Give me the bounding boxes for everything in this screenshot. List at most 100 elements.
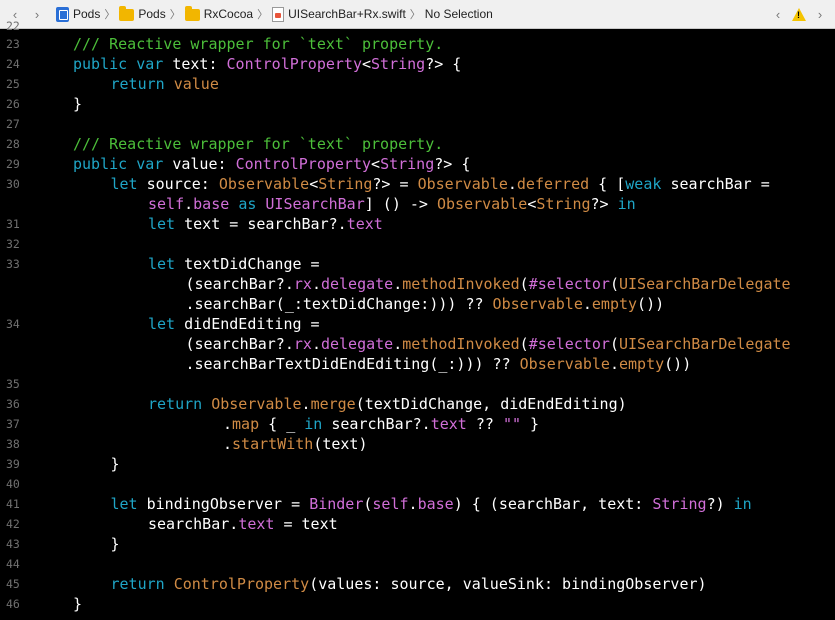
code-line: 28 /// Reactive wrapper for `text` proper…: [0, 134, 835, 154]
line-number: 24: [6, 57, 20, 71]
code-line: 35: [0, 374, 835, 394]
code-line: 32: [0, 234, 835, 254]
code-token: = text: [274, 515, 338, 533]
line-number: 32: [6, 237, 20, 251]
code-token: ()): [664, 355, 692, 373]
line-number: 42: [6, 517, 20, 531]
line-number: 30: [6, 177, 20, 191]
code-text: }: [111, 534, 120, 554]
line-number: 28: [6, 137, 20, 151]
code-token: (: [519, 335, 529, 353]
line-number: 27: [6, 117, 20, 131]
code-token: ?> =: [372, 175, 418, 193]
code-token: /// Reactive wrapper for `text` property…: [73, 135, 444, 153]
line-number: 46: [6, 597, 20, 611]
code-text: searchBar.text = text: [148, 514, 338, 534]
code-token: ?> {: [434, 155, 471, 173]
code-token: (searchBar?.: [185, 275, 294, 293]
code-line: 37 .map { _ in searchBar?.text ?? "" }: [0, 414, 835, 434]
code-token: (: [519, 275, 529, 293]
code-token: searchBar.: [148, 515, 239, 533]
code-text: /// Reactive wrapper for `text` property…: [73, 34, 443, 54]
code-token: }: [73, 95, 83, 113]
code-line: 36 return Observable.merge(textDidChange,…: [0, 394, 835, 414]
code-line: 34 let didEndEditing =: [0, 314, 835, 334]
code-token: }: [73, 595, 83, 613]
code-token: delegate: [320, 275, 394, 293]
code-line: 40: [0, 474, 835, 494]
code-token: Observable: [417, 175, 508, 193]
code-token: }: [110, 535, 120, 553]
code-text: /// Reactive wrapper for `text` property…: [73, 134, 443, 154]
line-number: 23: [6, 37, 20, 51]
code-token: ??: [466, 415, 503, 433]
code-token: }: [110, 455, 120, 473]
code-token: in: [733, 495, 752, 513]
code-token: weak: [625, 175, 671, 193]
code-token: source:: [146, 175, 219, 193]
code-token: (text): [313, 435, 368, 453]
code-token: ControlProperty: [226, 55, 362, 73]
code-token: .: [311, 335, 321, 353]
code-token: .: [393, 335, 403, 353]
code-token: ?): [706, 495, 734, 513]
code-token: map: [232, 415, 260, 433]
code-token: (: [609, 335, 619, 353]
code-token: "": [502, 415, 522, 433]
code-line: .searchBarTextDidEndEditing(_:))) ?? Obs…: [0, 354, 835, 374]
line-number: 45: [6, 577, 20, 591]
code-text: .searchBar(_:textDidChange:))) ?? Observ…: [186, 294, 665, 314]
code-token: .: [223, 435, 233, 453]
code-token: searchBar(_:textDidChange:))) ??: [194, 295, 493, 313]
code-token: text: [238, 515, 275, 533]
code-text: let source: Observable<String?> = Observ…: [111, 174, 770, 194]
code-token: Observable: [519, 355, 610, 373]
code-text: (searchBar?.rx.delegate.methodInvoked(#s…: [186, 274, 791, 294]
code-token: <: [371, 155, 381, 173]
code-token: public var: [73, 155, 173, 173]
code-token: (values: source, valueSink: bindingObser…: [309, 575, 707, 593]
code-token: UISearchBar: [265, 195, 365, 213]
code-token: value:: [172, 155, 236, 173]
code-token: textDidChange =: [184, 255, 320, 273]
code-text: return Observable.merge(textDidChange, d…: [148, 394, 627, 414]
code-token: Observable: [437, 195, 528, 213]
code-token: String: [652, 495, 707, 513]
code-line: (searchBar?.rx.delegate.methodInvoked(#s…: [0, 274, 835, 294]
code-token: .: [582, 295, 592, 313]
code-token: ] () ->: [364, 195, 437, 213]
line-number: 25: [6, 77, 20, 91]
code-line: 29 public var value: ControlProperty<Stri…: [0, 154, 835, 174]
code-text: (searchBar?.rx.delegate.methodInvoked(#s…: [186, 334, 791, 354]
code-text: .map { _ in searchBar?.text ?? "" }: [223, 414, 539, 434]
code-token: public var: [73, 55, 173, 73]
code-text: let textDidChange =: [148, 254, 320, 274]
code-token: let: [110, 175, 147, 193]
code-token: (: [609, 275, 619, 293]
code-token: ) { (searchBar, text:: [453, 495, 653, 513]
code-token: self: [372, 495, 409, 513]
code-text: self.base as UISearchBar] () -> Observab…: [148, 194, 636, 214]
code-token: UISearchBarDelegate: [619, 275, 791, 293]
code-token: ControlProperty: [235, 155, 372, 173]
code-text: public var value: ControlProperty<String…: [73, 154, 470, 174]
code-token: searchBar?.: [331, 415, 431, 433]
code-token: <: [362, 55, 372, 73]
code-token: <: [309, 175, 319, 193]
code-token: let: [110, 495, 147, 513]
code-token: base: [193, 195, 239, 213]
line-number: 44: [6, 557, 20, 571]
code-token: .: [185, 295, 195, 313]
line-number: 43: [6, 537, 20, 551]
code-line: 26}: [0, 94, 835, 114]
code-text: .searchBarTextDidEndEditing(_:))) ?? Obs…: [186, 354, 692, 374]
code-token: .: [609, 355, 619, 373]
code-token: String: [318, 175, 373, 193]
code-line: 46}: [0, 594, 835, 614]
code-editor[interactable]: 22 23 /// Reactive wrapper for `text` pro…: [0, 19, 835, 620]
code-token: { _: [259, 415, 305, 433]
code-token: return: [110, 575, 174, 593]
code-line: 43}: [0, 534, 835, 554]
code-token: text: [346, 215, 383, 233]
line-number: 40: [6, 477, 20, 491]
